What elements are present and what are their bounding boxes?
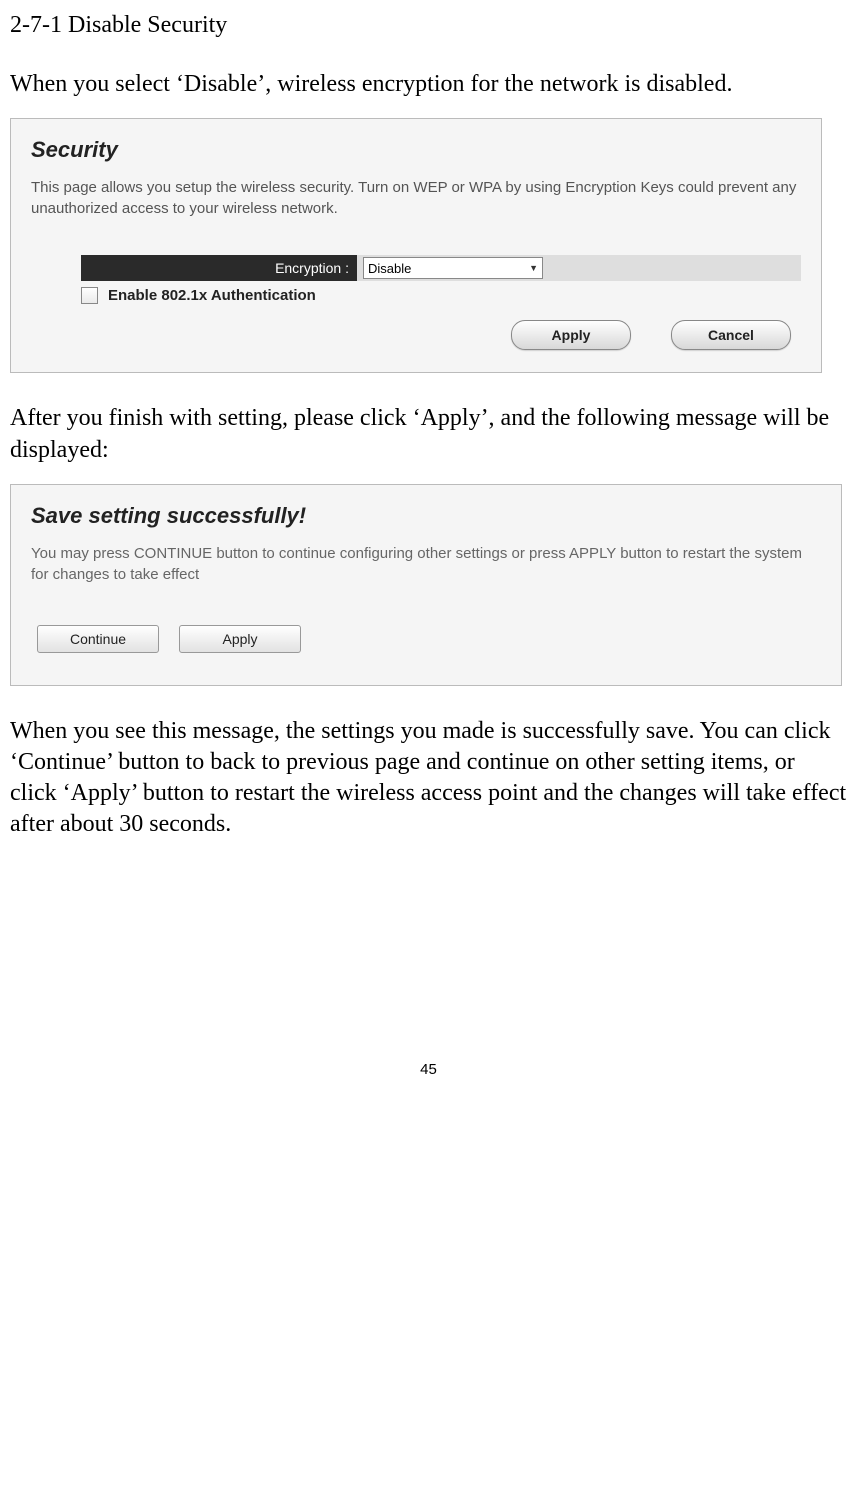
section-heading: 2-7-1 Disable Security: [10, 10, 847, 41]
auth-checkbox-label: Enable 802.1x Authentication: [108, 287, 316, 304]
encryption-select[interactable]: Disable ▼: [363, 257, 543, 279]
button-row: Apply Cancel: [31, 320, 791, 350]
save-description: You may press CONTINUE button to continu…: [31, 543, 821, 585]
apply-button-2[interactable]: Apply: [179, 625, 301, 653]
save-title: Save setting successfully!: [31, 503, 821, 529]
paragraph-intro: When you select ‘Disable’, wireless encr…: [10, 69, 847, 100]
apply-button[interactable]: Apply: [511, 320, 631, 350]
auth-checkbox[interactable]: [81, 287, 98, 304]
save-success-screenshot: Save setting successfully! You may press…: [10, 484, 842, 686]
encryption-value-cell: Disable ▼: [357, 255, 801, 281]
save-button-row: Continue Apply: [37, 625, 811, 653]
encryption-label: Encryption :: [81, 255, 357, 281]
page-number: 45: [10, 1061, 847, 1078]
continue-button[interactable]: Continue: [37, 625, 159, 653]
security-screenshot: Security This page allows you setup the …: [10, 118, 822, 373]
auth-checkbox-row: Enable 802.1x Authentication: [81, 287, 801, 304]
encryption-select-value: Disable: [368, 261, 411, 276]
encryption-row: Encryption : Disable ▼: [81, 255, 801, 281]
paragraph-after-security: After you finish with setting, please cl…: [10, 403, 847, 465]
chevron-down-icon: ▼: [529, 263, 538, 273]
panel-description: This page allows you setup the wireless …: [31, 177, 801, 219]
panel-title: Security: [31, 137, 801, 163]
cancel-button[interactable]: Cancel: [671, 320, 791, 350]
paragraph-final: When you see this message, the settings …: [10, 716, 847, 841]
